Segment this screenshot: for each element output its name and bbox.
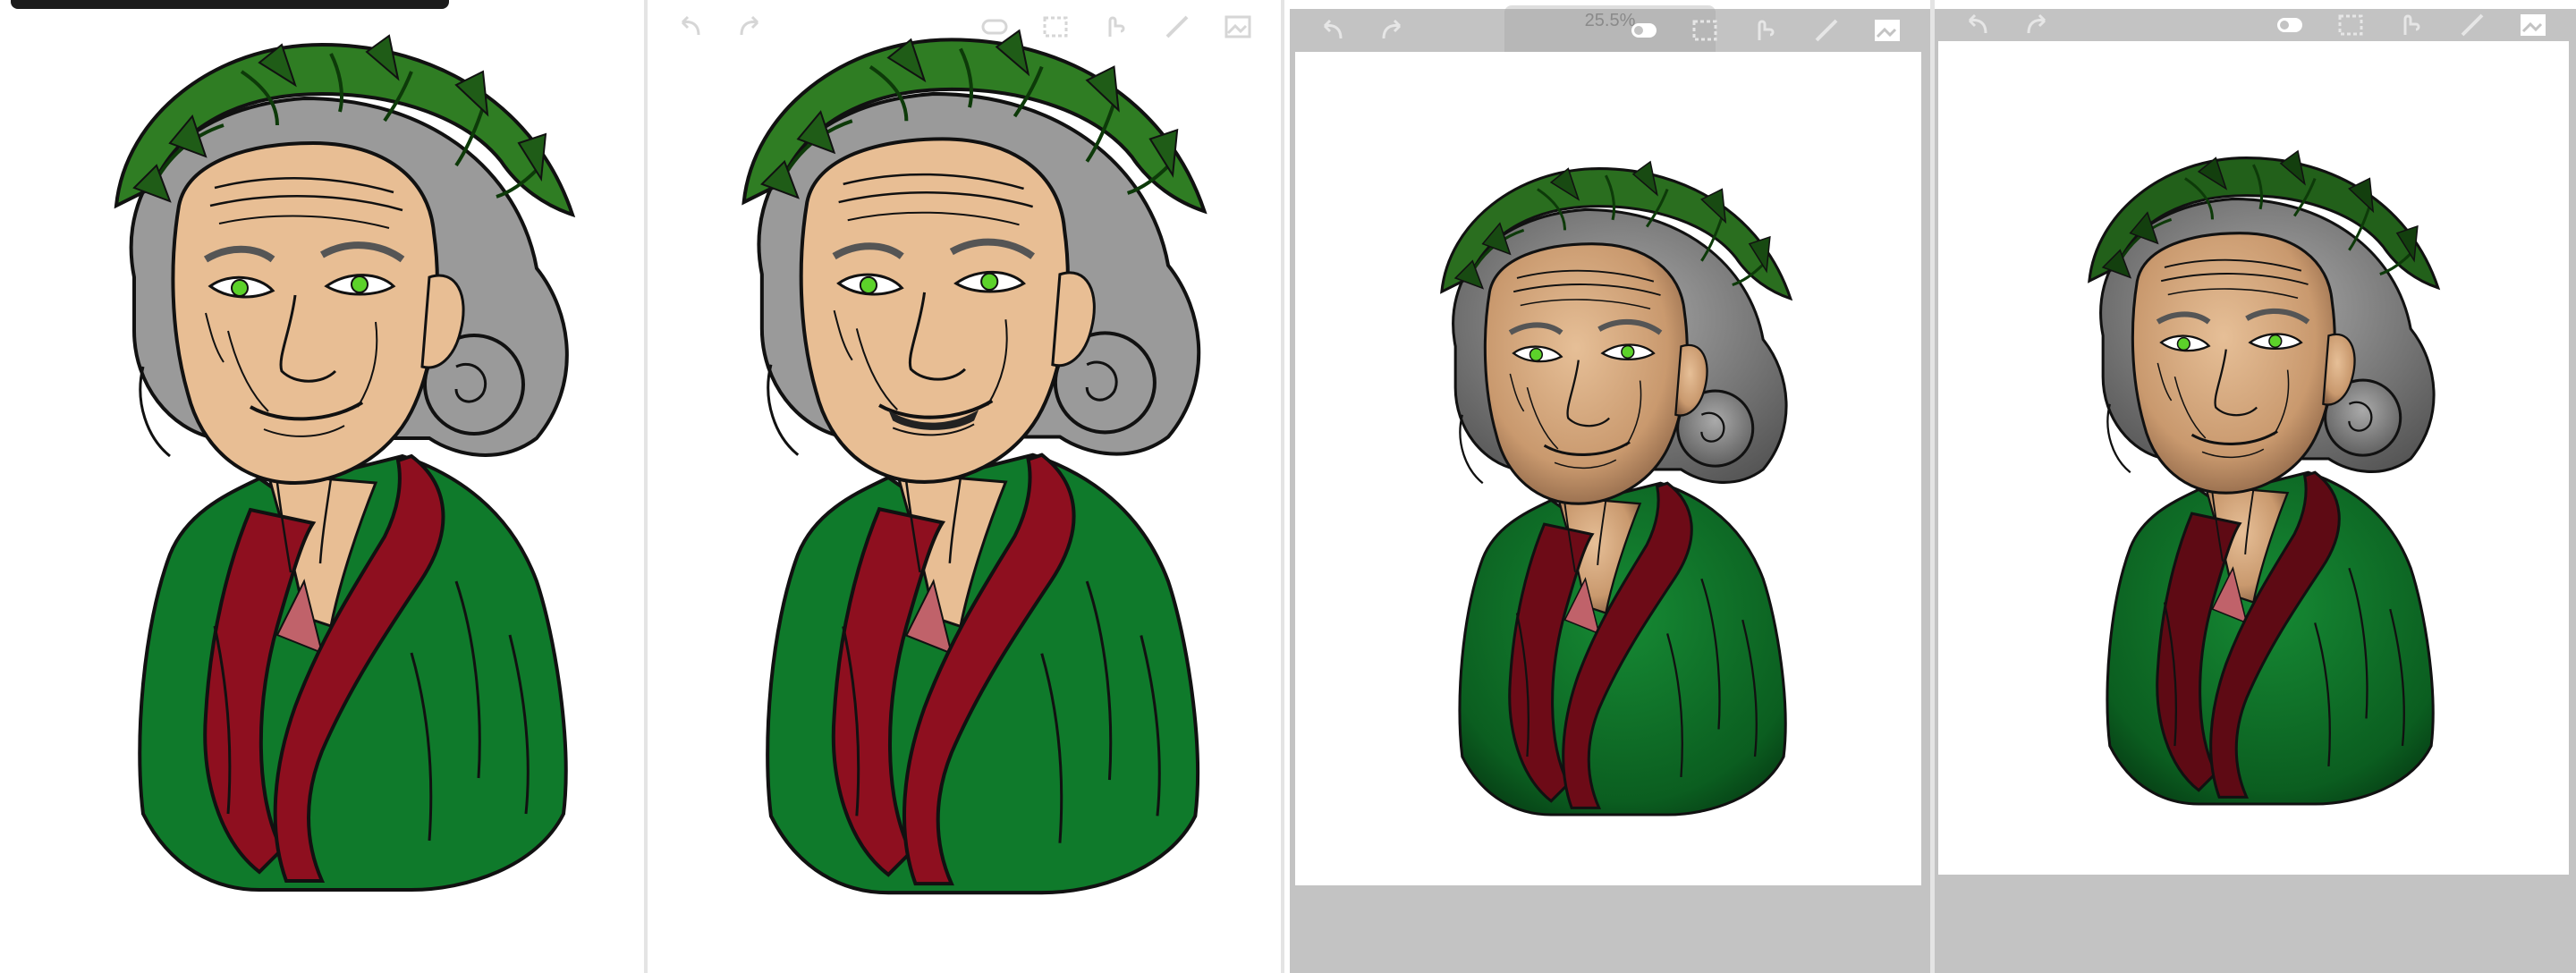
selection-icon[interactable] [1687,14,1723,47]
drawing-canvas[interactable] [1938,41,2569,875]
redo-icon[interactable] [1374,14,1410,47]
toolbar [1290,13,1930,48]
pen-icon[interactable] [2454,9,2490,41]
canvas-frame-bottom [1935,875,2576,973]
portrait-shaded [1380,141,1845,873]
redo-icon[interactable] [2019,9,2055,41]
pen-icon[interactable] [1809,14,1844,47]
undo-icon[interactable] [1315,14,1351,47]
toolbar [1935,7,2576,43]
canvas-frame-right [2569,41,2576,973]
canvas-frame-bottom [1290,885,1930,973]
panel-stage-2 [648,0,1281,973]
canvas-frame-right [1921,52,1930,973]
lasso-icon[interactable] [1748,14,1784,47]
lasso-icon[interactable] [2394,9,2429,41]
image-icon[interactable] [2515,9,2551,41]
portrait-shaded-final [2028,131,2493,862]
panel-stage-4 [1935,0,2576,973]
drawing-canvas[interactable] [1295,52,1921,885]
layers-icon[interactable] [1626,14,1662,47]
top-edge-bar [11,0,449,9]
panel-stage-1 [0,0,644,973]
divider [1281,0,1284,973]
portrait-flat-teeth [657,4,1281,969]
portrait-flat [27,9,635,966]
selection-icon[interactable] [2333,9,2368,41]
panel-stage-3: 25.5% [1290,0,1930,973]
layers-icon[interactable] [2272,9,2308,41]
undo-icon[interactable] [1960,9,1996,41]
image-icon[interactable] [1869,14,1905,47]
